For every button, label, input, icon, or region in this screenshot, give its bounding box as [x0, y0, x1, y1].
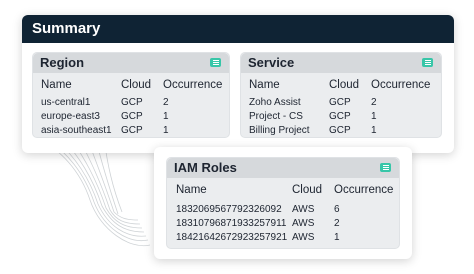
table-cell: Zoho Assist: [249, 97, 301, 108]
iam-roles-panel: IAM Roles Name Cloud Occurrence 18320695…: [154, 147, 412, 259]
table-cell: asia-southeast1: [41, 125, 112, 136]
table-cell: GCP: [121, 97, 143, 108]
table-cell: GCP: [329, 111, 351, 122]
column-header-name: Name: [176, 184, 207, 196]
table-cell: GCP: [121, 111, 143, 122]
table-cell: 1: [371, 125, 377, 136]
table-cell: 2: [334, 218, 340, 229]
column-header-cloud: Cloud: [121, 79, 152, 91]
service-title: Service: [248, 55, 295, 70]
table-cell: 1831079687193325791​1: [176, 218, 287, 229]
column-header-cloud: Cloud: [292, 184, 323, 196]
region-card-header: Region: [33, 53, 229, 73]
iam-roles-card-header: IAM Roles: [167, 158, 399, 178]
column-header-occurrence: Occurrence: [371, 79, 431, 91]
table-cell: 1: [163, 111, 169, 122]
column-header-occurrence: Occurrence: [334, 184, 394, 196]
table-cell: 6: [334, 204, 340, 215]
table-cell: europe-east3: [41, 111, 100, 122]
table-cell: AWS: [292, 204, 315, 215]
summary-panel: Summary Region Name Cloud Occurrence us-…: [22, 15, 454, 153]
iam-roles-title: IAM Roles: [174, 160, 237, 175]
table-cell: GCP: [329, 97, 351, 108]
iam-roles-card: IAM Roles Name Cloud Occurrence 18320695…: [166, 157, 400, 249]
list-icon[interactable]: [422, 58, 433, 67]
table-cell: 2: [371, 97, 377, 108]
column-header-cloud: Cloud: [329, 79, 360, 91]
table-cell: 2: [163, 97, 169, 108]
column-header-occurrence: Occurrence: [163, 79, 223, 91]
table-cell: 1: [371, 111, 377, 122]
table-cell: 1842164267292325792​1: [176, 232, 288, 243]
region-card: Region Name Cloud Occurrence us-central1…: [32, 52, 230, 138]
table-cell: Billing Project: [249, 125, 310, 136]
list-icon[interactable]: [210, 58, 221, 67]
column-header-name: Name: [41, 79, 72, 91]
table-cell: GCP: [121, 125, 143, 136]
table-cell: AWS: [292, 218, 315, 229]
table-cell: us-central1: [41, 97, 91, 108]
service-card: Service Name Cloud Occurrence Zoho Assis…: [240, 52, 442, 138]
table-cell: 1: [334, 232, 340, 243]
table-cell: AWS: [292, 232, 315, 243]
table-cell: GCP: [329, 125, 351, 136]
service-card-header: Service: [241, 53, 441, 73]
column-header-name: Name: [249, 79, 280, 91]
list-icon[interactable]: [380, 163, 391, 172]
summary-title: Summary: [22, 15, 454, 43]
table-cell: 18320695677923260​92: [176, 204, 282, 215]
region-title: Region: [40, 55, 85, 70]
table-cell: 1: [163, 125, 169, 136]
table-cell: Project - CS: [249, 111, 303, 122]
